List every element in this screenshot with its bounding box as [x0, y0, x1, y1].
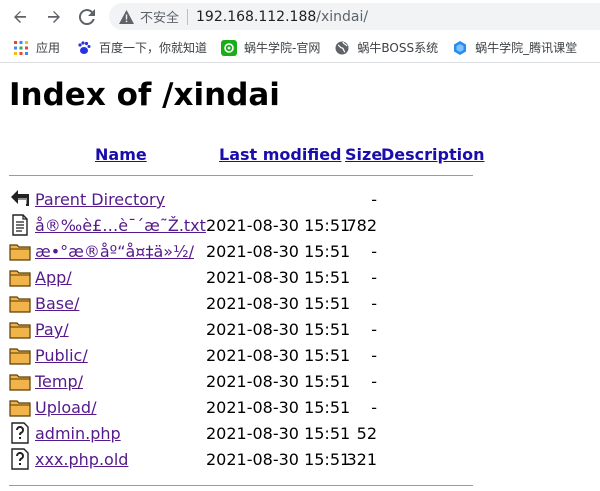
- snail-green-icon: [221, 39, 238, 56]
- footer-divider: [9, 485, 473, 486]
- table-row: Parent Directory -: [9, 187, 479, 213]
- last-modified-value: 2021-08-30 15:51: [206, 372, 351, 391]
- size-value: 52: [356, 424, 377, 443]
- bookmark-snail-site[interactable]: 蜗牛学院-官网: [221, 39, 320, 56]
- last-modified-value: 2021-08-30 15:51: [206, 346, 351, 365]
- last-modified-value: 2021-08-30 15:51: [206, 216, 351, 235]
- file-link[interactable]: Temp/: [35, 372, 83, 391]
- bookmark-baidu[interactable]: 百度一下，你就知道: [76, 39, 207, 56]
- folder-icon: [9, 266, 31, 288]
- table-row: Pay/2021-08-30 15:51 -: [9, 317, 479, 343]
- text-file-icon: [9, 214, 31, 236]
- unknown-file-icon: [9, 448, 31, 470]
- file-link[interactable]: Upload/: [35, 398, 96, 417]
- sort-by-name-link[interactable]: Name: [95, 145, 147, 164]
- bookmark-tencent-class[interactable]: 蜗牛学院_腾讯课堂: [452, 39, 577, 56]
- last-modified-value: 2021-08-30 15:51: [206, 294, 351, 313]
- folder-icon: [9, 318, 31, 340]
- arrow-left-icon: [14, 11, 26, 23]
- url-path[interactable]: /xindai/: [316, 9, 368, 25]
- bookmark-label: 蜗牛学院-官网: [244, 41, 321, 55]
- size-value: -: [371, 242, 377, 261]
- arrow-right-icon: [48, 11, 60, 23]
- last-modified-value: 2021-08-30 15:51: [206, 450, 351, 469]
- table-row: Temp/2021-08-30 15:51 -: [9, 369, 479, 395]
- back-arrow-icon: [9, 188, 31, 210]
- size-value: -: [371, 268, 377, 287]
- tencent-class-icon: [452, 40, 468, 56]
- file-link[interactable]: admin.php: [35, 424, 121, 443]
- column-header-description: Description: [381, 145, 484, 164]
- security-label[interactable]: 不安全: [140, 7, 179, 26]
- size-value: 782: [346, 216, 377, 235]
- reload-button[interactable]: [76, 6, 98, 28]
- divider: [187, 8, 189, 25]
- last-modified-value: 2021-08-30 15:51: [206, 398, 351, 417]
- size-value: 321: [346, 450, 377, 469]
- last-modified-value: 2021-08-30 15:51: [206, 320, 351, 339]
- table-row: å®‰è£…è¯´æ˜Ž.txt 2021-08-30 15:51 782: [9, 213, 479, 239]
- table-row: App/2021-08-30 15:51 -: [9, 265, 479, 291]
- last-modified-value: 2021-08-30 15:51: [206, 268, 351, 287]
- header-divider: [9, 175, 473, 176]
- size-value: -: [371, 320, 377, 339]
- last-modified-value: 2021-08-30 15:51: [206, 242, 351, 261]
- forward-button[interactable]: [43, 6, 65, 28]
- table-row: admin.php 2021-08-30 15:51 52: [9, 421, 479, 447]
- file-link[interactable]: Pay/: [35, 320, 69, 339]
- browser-toolbar: 不安全 192.168.112.188/xindai/: [0, 0, 600, 33]
- bookmark-snail-boss[interactable]: 蜗牛BOSS系统: [334, 39, 438, 56]
- file-link[interactable]: xxx.php.old: [35, 450, 128, 469]
- size-value: -: [371, 294, 377, 313]
- file-link[interactable]: App/: [35, 268, 72, 287]
- address-bar[interactable]: 不安全 192.168.112.188/xindai/: [109, 3, 600, 30]
- bookmark-label: 蜗牛BOSS系统: [357, 41, 439, 55]
- globe-icon: [334, 40, 350, 56]
- apps-grid-icon: [13, 40, 29, 56]
- url-host[interactable]: 192.168.112.188: [196, 9, 316, 25]
- size-value: -: [371, 346, 377, 365]
- file-link[interactable]: Parent Directory: [35, 190, 165, 209]
- size-value: -: [371, 398, 377, 417]
- bookmark-label: 应用: [36, 41, 61, 55]
- file-link[interactable]: æ•°æ®åº“å¤‡ä»½/: [35, 242, 194, 261]
- column-header-last-modified: Last modified: [219, 145, 342, 164]
- last-modified-value: 2021-08-30 15:51: [206, 424, 351, 443]
- bookmark-label: 蜗牛学院_腾讯课堂: [475, 41, 578, 55]
- sort-by-description-link[interactable]: Description: [381, 145, 484, 164]
- folder-icon: [9, 240, 31, 262]
- folder-icon: [9, 396, 31, 418]
- sort-by-last-modified-link[interactable]: Last modified: [219, 145, 342, 164]
- bookmark-label: 百度一下，你就知道: [99, 41, 208, 55]
- sort-by-size-link[interactable]: Size: [345, 145, 382, 164]
- file-link[interactable]: Public/: [35, 346, 88, 365]
- back-button[interactable]: [9, 6, 31, 28]
- table-row: æ•°æ®åº“å¤‡ä»½/2021-08-30 15:51 -: [9, 239, 479, 265]
- table-row: xxx.php.old 2021-08-30 15:51 321: [9, 447, 479, 473]
- column-header-size: Size: [345, 145, 382, 164]
- warning-triangle-icon[interactable]: [118, 9, 134, 25]
- bookmarks-bar: 应用 百度一下，你就知道 蜗牛学院-官网 蜗牛BOSS系统 蜗牛学院_腾讯课堂: [0, 33, 600, 63]
- baidu-paw-icon: [76, 40, 92, 56]
- folder-icon: [9, 292, 31, 314]
- column-header-name: Name: [95, 145, 147, 164]
- folder-icon: [9, 344, 31, 366]
- size-value: -: [371, 190, 377, 209]
- table-row: Public/2021-08-30 15:51 -: [9, 343, 479, 369]
- table-row: Upload/2021-08-30 15:51 -: [9, 395, 479, 421]
- page-title: Index of /xindai: [9, 77, 280, 113]
- file-link[interactable]: å®‰è£…è¯´æ˜Ž.txt: [35, 216, 206, 235]
- unknown-file-icon: [9, 422, 31, 444]
- reload-icon: [79, 9, 95, 25]
- size-value: -: [371, 372, 377, 391]
- table-row: Base/2021-08-30 15:51 -: [9, 291, 479, 317]
- bookmark-apps[interactable]: 应用: [13, 39, 60, 56]
- folder-icon: [9, 370, 31, 392]
- file-link[interactable]: Base/: [35, 294, 79, 313]
